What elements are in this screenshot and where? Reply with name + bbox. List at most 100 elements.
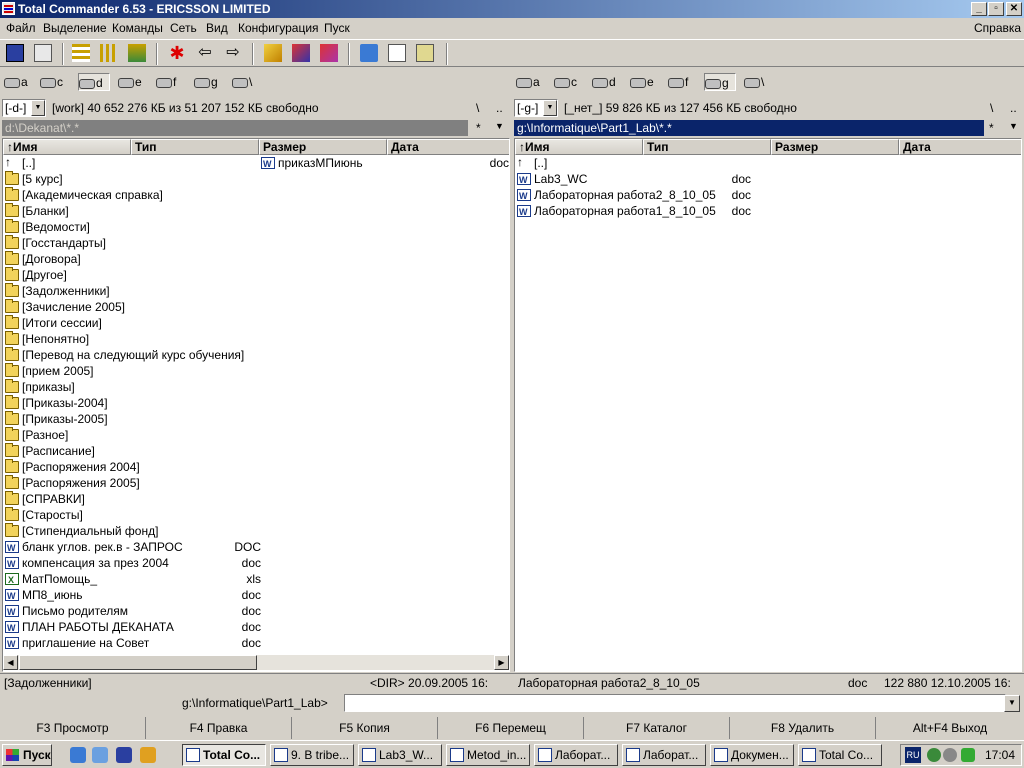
left-root-button[interactable]: \ bbox=[476, 101, 479, 115]
file-row[interactable]: [Задолженники] bbox=[3, 283, 261, 299]
task-lab-work-1[interactable]: Лаборат... bbox=[534, 744, 618, 766]
file-row[interactable]: [..] bbox=[515, 154, 751, 171]
column-header-date[interactable]: Дата bbox=[387, 139, 509, 155]
start-button[interactable]: Пуск bbox=[2, 744, 52, 766]
file-row[interactable]: Лабораторная работа2_8_10_05 doc bbox=[515, 187, 751, 204]
file-row[interactable]: МП8_июнь doc bbox=[3, 587, 261, 604]
file-row[interactable]: [Приказы-2005] bbox=[3, 411, 261, 427]
file-row[interactable]: [Старосты] bbox=[3, 507, 261, 523]
url-icon[interactable] bbox=[320, 44, 338, 62]
tray-app-icon[interactable] bbox=[927, 748, 941, 762]
file-row[interactable]: [приказы] bbox=[3, 379, 261, 395]
drive-root-button[interactable]: \ bbox=[744, 73, 764, 91]
drive-f-button[interactable]: f bbox=[156, 73, 176, 91]
drive-d-button[interactable]: d bbox=[592, 73, 616, 91]
column-header-size[interactable]: Размер bbox=[771, 139, 899, 155]
right-history-button[interactable]: ▼ bbox=[1009, 121, 1018, 131]
task-lab-work-2[interactable]: Лаборат... bbox=[622, 744, 706, 766]
file-row[interactable]: приглашение на Совет doc bbox=[3, 635, 261, 652]
f3-view-button[interactable]: F3 Просмотр bbox=[0, 717, 146, 739]
file-row[interactable]: [Зачисление 2005] bbox=[3, 299, 261, 315]
file-row[interactable]: [Расписание] bbox=[3, 443, 261, 459]
language-indicator[interactable]: RU bbox=[905, 747, 921, 763]
file-row[interactable]: [5 курс] bbox=[3, 171, 261, 187]
outlook-icon[interactable] bbox=[92, 747, 108, 763]
tray-app-icon[interactable] bbox=[943, 748, 957, 762]
file-row[interactable]: [Другое] bbox=[3, 267, 261, 283]
file-row[interactable]: Письмо родителям doc bbox=[3, 603, 261, 620]
scroll-thumb[interactable] bbox=[19, 655, 257, 670]
menu-configuration[interactable]: Конфигурация bbox=[238, 21, 319, 35]
left-drive-combo[interactable]: [-d-] ▼ bbox=[2, 99, 46, 117]
back-arrow-icon[interactable]: ⇦ bbox=[196, 44, 214, 62]
menu-network[interactable]: Сеть bbox=[170, 21, 197, 35]
file-row[interactable]: [Академическая справка] bbox=[3, 187, 261, 203]
drive-a-button[interactable]: a bbox=[4, 73, 28, 91]
find-icon[interactable] bbox=[360, 44, 378, 62]
drive-g-button[interactable]: g bbox=[194, 73, 218, 91]
brief-view-icon[interactable] bbox=[72, 44, 90, 62]
task-document[interactable]: Докумен... bbox=[710, 744, 794, 766]
close-button[interactable]: ✕ bbox=[1006, 2, 1022, 16]
refresh-icon[interactable] bbox=[6, 44, 24, 62]
column-header-size[interactable]: Размер bbox=[259, 139, 387, 155]
notepad-icon[interactable] bbox=[416, 44, 434, 62]
menu-help[interactable]: Справка bbox=[974, 21, 1021, 35]
ftp-icon[interactable] bbox=[292, 44, 310, 62]
pack-icon[interactable] bbox=[264, 44, 282, 62]
antivirus-icon[interactable] bbox=[961, 748, 975, 762]
file-row[interactable]: [Разное] bbox=[3, 427, 261, 443]
f6-move-button[interactable]: F6 Перемещ bbox=[438, 717, 584, 739]
task-tribe[interactable]: 9. В tribe... bbox=[270, 744, 354, 766]
scroll-left-icon[interactable]: ◀ bbox=[3, 655, 18, 670]
drive-root-button[interactable]: \ bbox=[232, 73, 252, 91]
full-view-icon[interactable] bbox=[100, 44, 118, 62]
rename-icon[interactable] bbox=[388, 44, 406, 62]
f8-delete-button[interactable]: F8 Удалить bbox=[730, 717, 876, 739]
right-drive-combo[interactable]: [-g-] ▼ bbox=[514, 99, 558, 117]
chevron-down-icon[interactable]: ▼ bbox=[1004, 695, 1020, 712]
menu-file[interactable]: Файл bbox=[6, 21, 36, 35]
left-history-button[interactable]: ▼ bbox=[495, 121, 504, 131]
menu-start[interactable]: Пуск bbox=[324, 21, 350, 35]
file-row[interactable]: Lab3_WC doc bbox=[515, 171, 751, 188]
drive-e-button[interactable]: e bbox=[118, 73, 142, 91]
right-path-bar[interactable]: g:\Informatique\Part1_Lab\*.* bbox=[514, 120, 984, 136]
tree-view-icon[interactable] bbox=[128, 44, 146, 62]
column-header-name[interactable]: ↑Имя bbox=[3, 139, 131, 155]
f4-edit-button[interactable]: F4 Правка bbox=[146, 717, 292, 739]
column-header-date[interactable]: Дата bbox=[899, 139, 1021, 155]
save-icon[interactable] bbox=[116, 747, 132, 763]
left-horizontal-scrollbar[interactable]: ◀ ▶ bbox=[3, 655, 509, 670]
maximize-button[interactable]: ▫ bbox=[988, 2, 1004, 16]
file-row[interactable]: [Непонятно] bbox=[3, 331, 261, 347]
right-up-button[interactable]: .. bbox=[1010, 101, 1017, 115]
file-row[interactable]: [Распоряжения 2004] bbox=[3, 459, 261, 475]
file-row[interactable]: ПЛАН РАБОТЫ ДЕКАНАТА doc bbox=[3, 619, 261, 636]
left-path-bar[interactable]: d:\Dekanat\*.* bbox=[2, 120, 468, 136]
alt-f4-exit-button[interactable]: Alt+F4 Выход bbox=[876, 717, 1024, 739]
column-header-name[interactable]: ↑Имя bbox=[515, 139, 643, 155]
file-row[interactable]: [Приказы-2004] bbox=[3, 395, 261, 411]
file-row[interactable]: Лабораторная работа1_8_10_05 doc bbox=[515, 203, 751, 220]
drive-f-button[interactable]: f bbox=[668, 73, 688, 91]
scroll-right-icon[interactable]: ▶ bbox=[494, 655, 509, 670]
file-row[interactable]: [СПРАВКИ] bbox=[3, 491, 261, 507]
file-row[interactable]: компенсация за през 2004 doc bbox=[3, 555, 261, 572]
file-row[interactable]: [..] bbox=[3, 154, 261, 171]
chevron-down-icon[interactable]: ▼ bbox=[31, 100, 45, 116]
file-row[interactable]: [Стипендиальный фонд] bbox=[3, 523, 261, 539]
task-total-commander-2[interactable]: Total Co... bbox=[798, 744, 882, 766]
drive-g-button[interactable]: g bbox=[704, 73, 736, 91]
file-row[interactable]: [Распоряжения 2005] bbox=[3, 475, 261, 491]
file-row[interactable]: [Перевод на следующий курс обучения] bbox=[3, 347, 261, 363]
title-bar[interactable]: Total Commander 6.53 - ERICSSON LIMITED … bbox=[0, 0, 1024, 18]
column-header-type[interactable]: Тип bbox=[131, 139, 259, 155]
file-row[interactable]: [Бланки] bbox=[3, 203, 261, 219]
chevron-down-icon[interactable]: ▼ bbox=[543, 100, 557, 116]
file-row[interactable]: приказМПиюнь doc bbox=[259, 155, 509, 172]
task-lab3[interactable]: Lab3_W... bbox=[358, 744, 442, 766]
file-row[interactable]: [Госстандарты] bbox=[3, 235, 261, 251]
forward-arrow-icon[interactable]: ⇨ bbox=[224, 44, 242, 62]
menu-view[interactable]: Вид bbox=[206, 21, 228, 35]
